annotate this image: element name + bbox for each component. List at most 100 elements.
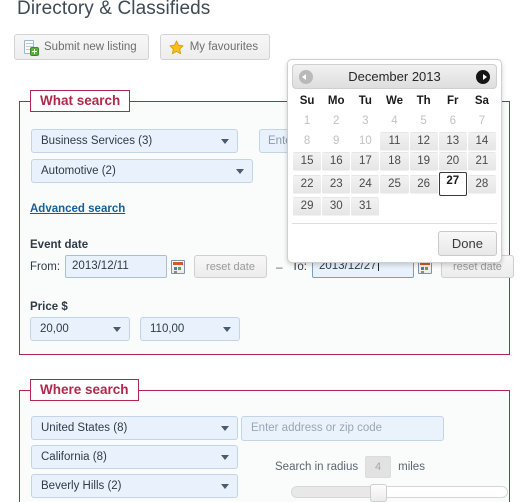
chevron-down-icon: [223, 327, 231, 332]
state-select[interactable]: California (8): [31, 445, 238, 469]
date-from-group: 2013/12/11: [65, 255, 186, 278]
event-date-label: Event date: [30, 239, 89, 251]
category-primary-value: Business Services (3): [41, 135, 153, 147]
calendar-cell: 9: [322, 132, 350, 151]
price-min-select[interactable]: 20,00: [30, 317, 130, 341]
weekday-th: Th: [416, 95, 431, 107]
calendar-day-23[interactable]: 23: [322, 174, 351, 194]
calendar-cell: 26: [409, 172, 438, 196]
calendar-day-16[interactable]: 16: [322, 152, 351, 171]
category-secondary-select[interactable]: Automotive (2): [31, 159, 253, 183]
category-secondary-value: Automotive (2): [41, 165, 116, 177]
calendar-day-29[interactable]: 29: [293, 197, 322, 216]
price-min-value: 20,00: [40, 323, 69, 335]
calendar-cell: 25: [380, 172, 409, 196]
calendar-week-row: 15 16 17 18 19 20 21: [293, 152, 496, 171]
calendar-day-27[interactable]: 27: [438, 172, 467, 196]
page-root: Directory & Classifieds Submit new listi…: [0, 0, 530, 502]
calendar-day-21[interactable]: 21: [467, 152, 496, 171]
calendar-day-empty: [380, 197, 408, 216]
state-value: California (8): [41, 451, 107, 463]
calendar-cell: 21: [467, 152, 496, 171]
calendar-day-15[interactable]: 15: [293, 152, 322, 171]
calendar-day-30[interactable]: 30: [322, 197, 351, 216]
calendar-day-18[interactable]: 18: [380, 152, 409, 171]
calendar-day-14[interactable]: 14: [467, 132, 496, 151]
calendar-day-10: 10: [358, 135, 372, 147]
weekday-header-row: Su Mo Tu We Th Fr Sa: [293, 92, 496, 111]
calendar-cell: [410, 197, 438, 216]
calendar-week-row: 1 2 3 4 5 6 7: [293, 112, 496, 131]
calendar-cell: 16: [322, 152, 351, 171]
city-select[interactable]: Beverly Hills (2): [31, 474, 238, 498]
toolbar: Submit new listing My favourites: [14, 34, 271, 60]
date-from-input[interactable]: 2013/12/11: [65, 255, 168, 278]
calendar-icon-from[interactable]: [171, 259, 186, 274]
what-search-legend: What search: [30, 90, 131, 112]
calendar-week-row: 8 9 10 11 12 13 14: [293, 132, 496, 151]
datepicker-title: December 2013: [348, 69, 441, 84]
weekday-we: We: [385, 95, 404, 107]
calendar-day-17[interactable]: 17: [351, 152, 380, 171]
calendar-cell: 14: [467, 132, 496, 151]
calendar-week-row: 22 23 24 25 26 27 28: [293, 172, 496, 196]
calendar-day-22[interactable]: 22: [293, 174, 322, 194]
calendar-day-19[interactable]: 19: [409, 152, 438, 171]
price-max-value: 110,00: [150, 323, 185, 335]
calendar-day-13[interactable]: 13: [438, 132, 467, 151]
calendar-cell: 19: [409, 152, 438, 171]
calendar-cell: [468, 197, 496, 216]
city-value: Beverly Hills (2): [41, 480, 122, 492]
reset-date-from-button[interactable]: reset date: [194, 255, 267, 278]
calendar-day-empty: [468, 197, 496, 216]
country-select[interactable]: United States (8): [31, 416, 238, 440]
chevron-down-icon: [221, 426, 229, 431]
calendar-day-3: 3: [362, 115, 369, 127]
calendar-cell: 3: [351, 112, 379, 131]
calendar-day-20[interactable]: 20: [438, 152, 467, 171]
calendar-day-12[interactable]: 12: [409, 132, 438, 151]
where-search-legend: Where search: [30, 379, 139, 401]
slider-handle[interactable]: [370, 484, 387, 502]
where-search-fieldset: Where search United States (8) Californi…: [19, 379, 510, 502]
my-favourites-button[interactable]: My favourites: [159, 34, 271, 60]
price-max-select[interactable]: 110,00: [140, 317, 240, 341]
datepicker-done-button[interactable]: Done: [437, 231, 497, 256]
calendar-day-26[interactable]: 26: [409, 174, 438, 194]
calendar-cell: 4: [380, 112, 408, 131]
calendar-cell: 10: [351, 132, 379, 151]
calendar-day-25[interactable]: 25: [380, 174, 409, 194]
calendar-day-24[interactable]: 24: [351, 174, 380, 194]
star-icon: [169, 39, 184, 55]
search-radius-row: Search in radius 4 miles: [275, 456, 425, 478]
calendar-day-31[interactable]: 31: [351, 197, 380, 216]
chevron-left-icon[interactable]: [299, 69, 313, 84]
calendar-cell: 2: [322, 112, 350, 131]
calendar-cell: 5: [410, 112, 438, 131]
datepicker-grid: Su Mo Tu We Th Fr Sa 1 2 3 4 5 6 7 8 9 10 11 12 13 14 15 16 17…: [292, 91, 497, 217]
slider-fill: [292, 487, 378, 497]
calendar-cell: 31: [351, 197, 380, 216]
search-radius-value[interactable]: 4: [365, 456, 392, 478]
calendar-day-1: 1: [303, 115, 311, 127]
calendar-cell: [380, 197, 408, 216]
calendar-day-28[interactable]: 28: [467, 174, 496, 194]
page-title: Directory & Classifieds: [17, 0, 211, 19]
chevron-right-icon[interactable]: [476, 69, 490, 84]
calendar-cell: 7: [468, 112, 496, 131]
submit-new-listing-button[interactable]: Submit new listing: [14, 34, 149, 60]
category-primary-select[interactable]: Business Services (3): [31, 129, 238, 153]
advanced-search-link[interactable]: Advanced search: [30, 203, 125, 215]
search-radius-slider[interactable]: [291, 484, 508, 502]
search-radius-label: Search in radius: [275, 461, 359, 473]
address-input[interactable]: Enter address or zip code: [241, 416, 444, 441]
calendar-day-empty: [410, 197, 438, 216]
weekday-tu: Tu: [358, 95, 372, 107]
search-radius-unit: miles: [398, 461, 425, 473]
calendar-cell: 8: [293, 132, 321, 151]
datepicker-popup[interactable]: December 2013 Su Mo Tu We Th Fr Sa 1 2 3 4 5 6 7 8 9 10…: [287, 59, 502, 263]
calendar-day-11[interactable]: 11: [380, 132, 409, 151]
weekday-su: Su: [299, 95, 315, 107]
calendar-day-8: 8: [303, 135, 311, 147]
calendar-cell: 27: [438, 172, 467, 196]
